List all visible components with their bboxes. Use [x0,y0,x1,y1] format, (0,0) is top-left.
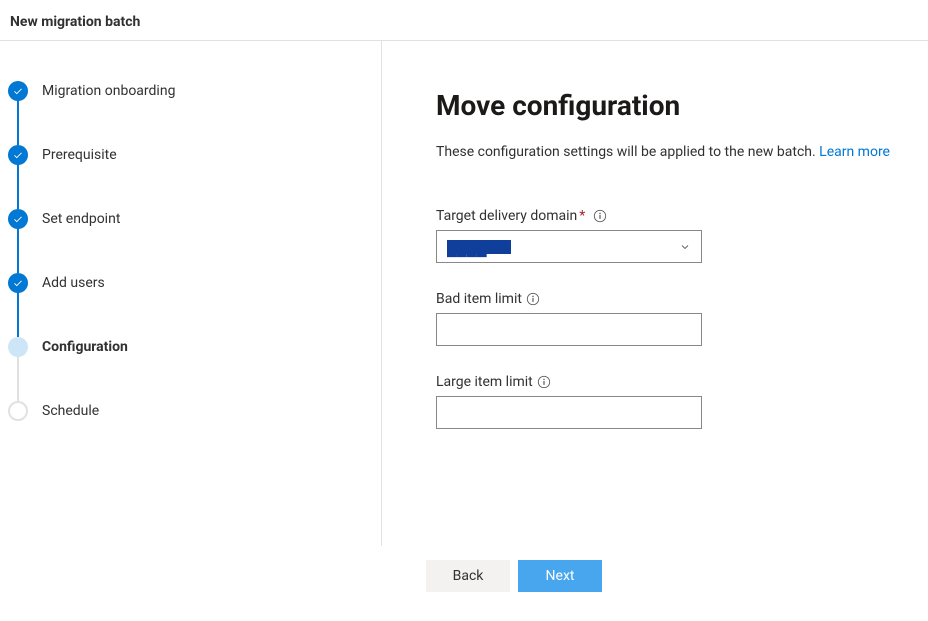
required-indicator: * [579,208,585,224]
wizard-title: New migration batch [10,14,918,30]
info-icon[interactable] [593,209,607,223]
bad-item-limit-input[interactable] [436,313,702,346]
step-set-endpoint[interactable]: Set endpoint [8,209,381,229]
step-schedule[interactable]: Schedule [8,401,381,421]
field-label: Large item limit [436,374,918,390]
next-button[interactable]: Next [518,560,602,592]
step-indicator-future [8,401,28,421]
wizard-body: Migration onboarding Prerequisite Set en… [0,41,928,546]
step-label: Add users [42,273,105,293]
field-label: Target delivery domain * [436,208,918,224]
info-icon[interactable] [526,292,540,306]
wizard-steps-sidebar: Migration onboarding Prerequisite Set en… [0,41,382,546]
step-indicator-done [8,145,28,165]
step-connector [17,357,19,401]
field-large-item-limit: Large item limit [436,374,918,429]
step-connector [17,293,19,337]
checkmark-icon [13,150,23,160]
step-label: Migration onboarding [42,81,175,101]
step-indicator-current [8,337,28,357]
label-text: Bad item limit [436,291,522,307]
step-indicator-done [8,273,28,293]
field-label: Bad item limit [436,291,918,307]
description-text: These configuration settings will be app… [436,144,819,160]
back-button[interactable]: Back [426,560,510,592]
checkmark-icon [13,214,23,224]
wizard-main-panel: Move configuration These configuration s… [382,41,928,546]
info-icon[interactable] [537,375,551,389]
step-label: Schedule [42,401,99,421]
label-text: Target delivery domain [436,208,577,224]
target-delivery-domain-dropdown[interactable]: ████ [436,230,702,263]
step-indicator-done [8,209,28,229]
learn-more-link[interactable]: Learn more [819,144,890,160]
step-connector [17,165,19,209]
page-description: These configuration settings will be app… [436,144,918,160]
step-connector [17,229,19,273]
checkmark-icon [13,86,23,96]
label-text: Large item limit [436,374,533,390]
chevron-down-icon [679,241,691,253]
step-configuration[interactable]: Configuration [8,337,381,357]
dropdown-selected-value: ████ [447,240,511,254]
wizard-footer: Back Next [0,546,928,592]
field-target-delivery-domain: Target delivery domain * ████ [436,208,918,263]
page-title: Move configuration [436,89,918,122]
step-label: Configuration [42,337,128,357]
step-migration-onboarding[interactable]: Migration onboarding [8,81,381,101]
wizard-header: New migration batch [0,0,928,41]
step-indicator-done [8,81,28,101]
step-add-users[interactable]: Add users [8,273,381,293]
step-connector [17,101,19,145]
step-prerequisite[interactable]: Prerequisite [8,145,381,165]
step-label: Set endpoint [42,209,120,229]
field-bad-item-limit: Bad item limit [436,291,918,346]
checkmark-icon [13,278,23,288]
large-item-limit-input[interactable] [436,396,702,429]
step-label: Prerequisite [42,145,117,165]
